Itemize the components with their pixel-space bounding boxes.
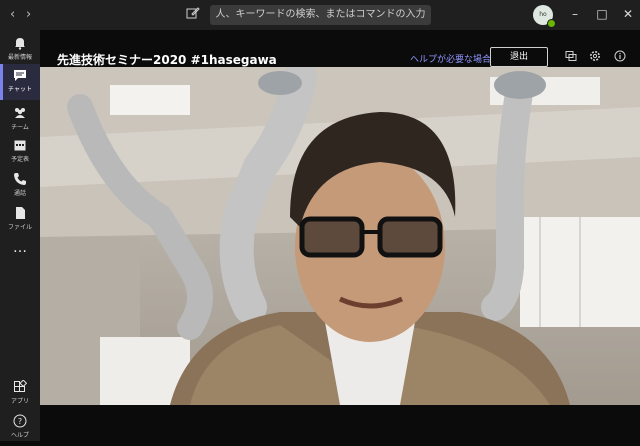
presence-status-icon xyxy=(547,19,556,28)
help-icon: ? xyxy=(13,414,27,428)
back-arrow-icon[interactable]: ‹ xyxy=(10,7,15,22)
rail-item-more[interactable]: … xyxy=(0,238,40,274)
rail-item-calls[interactable]: 通話 xyxy=(0,168,40,204)
leave-button[interactable]: 退出 xyxy=(490,47,548,67)
svg-text:?: ? xyxy=(18,417,22,426)
more-icon: … xyxy=(13,240,27,256)
forward-arrow-icon[interactable]: › xyxy=(26,7,31,22)
rail-label: アプリ xyxy=(10,398,29,405)
bell-icon xyxy=(15,38,25,50)
rail-item-teams[interactable]: チーム xyxy=(0,102,40,138)
rail-item-chat[interactable]: チャット xyxy=(0,64,40,100)
rail-item-files[interactable]: ファイル xyxy=(0,202,40,238)
compose-icon[interactable] xyxy=(186,6,200,20)
file-icon xyxy=(16,207,25,219)
rail-item-activity[interactable]: 最新情報 xyxy=(0,32,40,68)
close-icon[interactable]: ✕ xyxy=(620,7,636,21)
app-rail: 最新情報 チャット チーム 予定表 通話 ファイル … アプリ ? ヘルプ xyxy=(0,30,40,441)
participant-video-image xyxy=(40,67,640,405)
rail-label: ファイル xyxy=(7,224,32,231)
meeting-title: 先進技術セミナー2020 #1hasegawa xyxy=(57,53,277,67)
calendar-icon xyxy=(14,140,26,151)
title-bar: ‹ › 人、キーワードの検索、またはコマンドの入力 ho – □ ✕ xyxy=(0,0,640,30)
chat-icon xyxy=(14,70,26,81)
apps-icon xyxy=(14,380,27,392)
help-link[interactable]: ヘルプが必要な場合 xyxy=(410,52,491,65)
minimize-icon[interactable]: – xyxy=(567,7,583,21)
rail-item-apps[interactable]: アプリ xyxy=(0,376,40,412)
meeting-chat-icon[interactable] xyxy=(565,50,577,62)
rail-item-calendar[interactable]: 予定表 xyxy=(0,134,40,170)
bottom-bar xyxy=(40,405,640,441)
phone-icon xyxy=(14,173,26,185)
video-feed xyxy=(40,67,640,405)
maximize-icon[interactable]: □ xyxy=(594,7,610,21)
rail-label: 最新情報 xyxy=(7,54,32,61)
rail-label: 予定表 xyxy=(10,156,29,163)
info-icon[interactable] xyxy=(614,50,626,62)
rail-label: チャット xyxy=(8,86,32,93)
rail-label: チーム xyxy=(11,124,29,131)
rail-label: 通話 xyxy=(13,190,26,197)
search-input[interactable]: 人、キーワードの検索、またはコマンドの入力 xyxy=(210,5,431,25)
rail-label: ヘルプ xyxy=(10,432,29,439)
teams-icon xyxy=(15,108,25,118)
gear-icon[interactable] xyxy=(589,50,601,62)
